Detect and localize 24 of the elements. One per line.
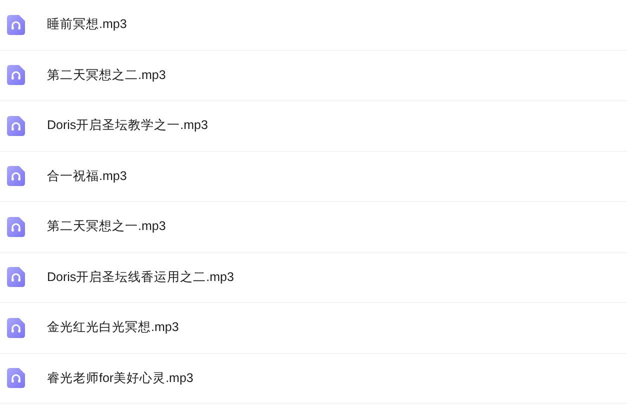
file-name: 睿光老师for美好心灵.mp3: [47, 370, 194, 387]
file-row[interactable]: Doris开启圣坛教学之一.mp3: [0, 101, 627, 152]
file-name: Doris开启圣坛线香运用之二.mp3: [47, 268, 234, 286]
file-row[interactable]: 第二天冥想之一.mp3: [0, 202, 627, 252]
audio-file-icon: [7, 116, 25, 136]
file-name: 合一祝福.mp3: [47, 168, 127, 185]
file-row[interactable]: 金光红光白光冥想.mp3: [0, 303, 627, 354]
audio-file-icon: [7, 14, 25, 35]
file-name: 睡前冥想.mp3: [47, 16, 127, 34]
file-row[interactable]: Doris开启圣坛线香运用之二.mp3: [0, 252, 627, 303]
file-name: 金光红光白光冥想.mp3: [47, 319, 179, 336]
file-name: Doris开启圣坛教学之一.mp3: [47, 117, 208, 134]
file-row[interactable]: 睿光老师for美好心灵.mp3: [0, 354, 627, 404]
audio-file-icon: [7, 166, 25, 186]
audio-file-icon: [7, 368, 25, 388]
file-row[interactable]: 睡前冥想.mp3: [0, 0, 627, 50]
file-name: 第二天冥想之一.mp3: [47, 218, 166, 236]
audio-file-icon: [7, 216, 25, 237]
file-row[interactable]: 第二天冥想之二.mp3: [0, 50, 627, 101]
audio-file-icon: [7, 267, 25, 288]
file-row[interactable]: 合一祝福.mp3: [0, 152, 627, 202]
audio-file-icon: [7, 318, 25, 338]
audio-file-icon: [7, 65, 25, 86]
file-name: 第二天冥想之二.mp3: [47, 66, 166, 84]
